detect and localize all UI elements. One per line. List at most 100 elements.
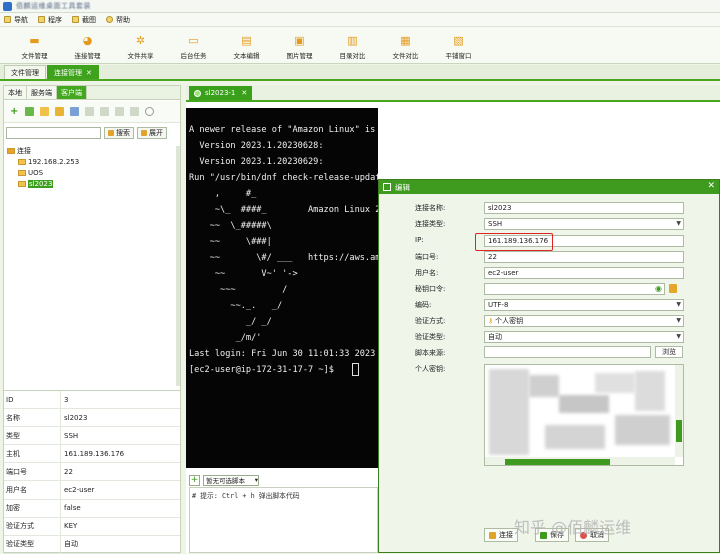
tree-scrollbar[interactable] bbox=[176, 146, 180, 386]
menu-item-help[interactable]: 帮助 bbox=[106, 15, 130, 25]
cut-icon[interactable] bbox=[100, 107, 109, 116]
add-script-icon[interactable]: + bbox=[189, 474, 200, 486]
connection-panel: 本地 服务端 客户端 + 搜索 展开 连接 192.168.2.253 UOS … bbox=[3, 85, 181, 554]
username-field[interactable]: ec2-user bbox=[484, 267, 684, 279]
share-icon: ✲ bbox=[135, 33, 146, 47]
connect-button[interactable]: 连接 bbox=[484, 528, 518, 542]
field-label: 个人密钥: bbox=[415, 365, 446, 373]
terminal-line: ~~ V~' '-> bbox=[189, 269, 298, 279]
menu-item-programs[interactable]: 程序 bbox=[38, 15, 62, 25]
tab-local[interactable]: 本地 bbox=[4, 86, 27, 99]
toolbar-file-compare[interactable]: ▦ 文件对比 bbox=[379, 27, 432, 63]
paste-icon[interactable] bbox=[115, 107, 124, 116]
auth-method-select[interactable]: ⚷ 个人密钥 ▼ bbox=[484, 315, 684, 327]
expand-button[interactable]: 展开 bbox=[137, 127, 167, 139]
field-label: 端口号: bbox=[415, 253, 439, 261]
table-row: ID 3 bbox=[4, 391, 180, 410]
edit-icon: ▤ bbox=[241, 33, 252, 47]
script-hint: # 提示: Ctrl + h 弹出脚本代码 bbox=[192, 492, 300, 500]
table-row: 加密 false bbox=[4, 499, 180, 518]
redacted-block bbox=[615, 415, 670, 445]
toolbar-directory-compare[interactable]: ▥ 目录对比 bbox=[326, 27, 379, 63]
window-icon bbox=[383, 183, 391, 191]
tab-file-manager[interactable]: 文件管理 bbox=[4, 65, 46, 79]
search-row: 搜索 展开 bbox=[4, 126, 180, 140]
table-row: 端口号 22 bbox=[4, 463, 180, 482]
tab-server[interactable]: 服务端 bbox=[27, 86, 57, 99]
lock-icon[interactable] bbox=[669, 284, 677, 293]
terminal-line: A newer release of "Amazon Linux" is ava… bbox=[189, 125, 376, 135]
menu-item-navigation[interactable]: 导航 bbox=[4, 15, 28, 25]
table-row: 类型 SSH bbox=[4, 427, 180, 446]
scrollbar-thumb[interactable] bbox=[676, 420, 682, 442]
toolbar-tile-windows[interactable]: ▧ 平铺窗口 bbox=[432, 27, 485, 63]
delete-icon[interactable] bbox=[70, 107, 79, 116]
field-label: 验证方式: bbox=[415, 317, 446, 325]
tree-item[interactable]: UOS bbox=[18, 169, 43, 177]
close-icon[interactable]: ✕ bbox=[241, 89, 247, 97]
field-label: 脚本来源: bbox=[415, 349, 446, 357]
toolbar-image-manager[interactable]: ▣ 图片管理 bbox=[273, 27, 326, 63]
connection-name-field[interactable]: sl2023 bbox=[484, 202, 684, 214]
tree-item[interactable]: 192.168.2.253 bbox=[18, 158, 79, 166]
toolbar-background-tasks[interactable]: ▭ 后台任务 bbox=[167, 27, 220, 63]
eye-icon[interactable]: ◉ bbox=[655, 284, 662, 293]
connection-type-select[interactable]: SSH ▼ bbox=[484, 218, 684, 230]
private-key-textarea[interactable] bbox=[484, 364, 684, 466]
redacted-block bbox=[595, 373, 635, 393]
vertical-scrollbar[interactable] bbox=[675, 365, 683, 457]
script-bar: + 暂无可选脚本 ▾ bbox=[189, 473, 378, 487]
edit-icon[interactable] bbox=[55, 107, 64, 116]
redacted-block bbox=[559, 395, 609, 413]
field-label: 秘钥口令: bbox=[415, 285, 446, 293]
scrollbar-thumb[interactable] bbox=[505, 459, 610, 465]
terminal-tabs: sl2023-1 ✕ bbox=[186, 85, 720, 102]
toolbar-file-share[interactable]: ✲ 文件共享 bbox=[114, 27, 167, 63]
close-icon[interactable]: ✕ bbox=[86, 69, 92, 77]
copy-icon[interactable] bbox=[85, 107, 94, 116]
menu-item-screenshot[interactable]: 截图 bbox=[72, 15, 96, 25]
tab-terminal-session[interactable]: sl2023-1 ✕ bbox=[189, 86, 253, 100]
key-passphrase-field[interactable]: ◉ bbox=[484, 283, 665, 295]
edit-dialog: 编辑 ✕ 连接名称: sl2023 连接类型: SSH ▼ IP: 161.189… bbox=[378, 179, 720, 553]
chevron-down-icon: ▼ bbox=[676, 317, 681, 324]
tree-item-selected[interactable]: sl2023 bbox=[18, 180, 54, 188]
toolbar-text-editor[interactable]: ▤ 文本编辑 bbox=[220, 27, 273, 63]
home-icon bbox=[7, 148, 15, 154]
add-folder-icon[interactable] bbox=[25, 107, 34, 116]
script-source-field[interactable] bbox=[484, 346, 651, 358]
document-tabs: 文件管理 连接管理 ✕ bbox=[0, 65, 720, 81]
browse-button[interactable]: 浏览 bbox=[655, 346, 683, 358]
terminal-line: ~~ \#/ ___ https://aws.amazon.com/linux/… bbox=[209, 253, 378, 263]
script-select[interactable]: 暂无可选脚本 ▾ bbox=[203, 474, 259, 486]
add-icon[interactable]: + bbox=[10, 107, 19, 117]
toolbar-file-manager[interactable]: ▬ 文件管理 bbox=[8, 27, 61, 63]
auth-type-select[interactable]: 自动 ▼ bbox=[484, 331, 684, 343]
connection-tree: 连接 192.168.2.253 UOS sl2023 bbox=[4, 143, 180, 389]
search-icon bbox=[108, 130, 114, 136]
tab-client[interactable]: 客户端 bbox=[57, 86, 87, 99]
folder-icon[interactable] bbox=[40, 107, 49, 116]
terminal-line: _/m/' bbox=[189, 333, 262, 343]
import-icon[interactable] bbox=[130, 107, 139, 116]
highlight-box bbox=[475, 233, 553, 251]
table-row: 用户名 ec2-user bbox=[4, 481, 180, 500]
toolbar-connection-manager[interactable]: ◕ 连接管理 bbox=[61, 27, 114, 63]
script-editor[interactable]: # 提示: Ctrl + h 弹出脚本代码 bbox=[189, 487, 378, 553]
close-icon[interactable]: ✕ bbox=[707, 181, 715, 191]
app-title: 佰麟运维桌面工具套装 bbox=[16, 2, 91, 10]
search-button[interactable]: 搜索 bbox=[104, 127, 134, 139]
panel-toolbar: + bbox=[4, 101, 180, 123]
tab-connection-manager[interactable]: 连接管理 ✕ bbox=[47, 65, 99, 79]
tree-root[interactable]: 连接 bbox=[7, 146, 31, 156]
terminal-line: , #_ bbox=[189, 189, 257, 199]
encoding-select[interactable]: UTF-8 ▼ bbox=[484, 299, 684, 311]
chevron-down-icon: ▾ bbox=[254, 476, 258, 484]
terminal-line: ~\_ ####_ Amazon Linux 2023 bbox=[189, 205, 378, 215]
connect-icon bbox=[489, 531, 496, 539]
horizontal-scrollbar[interactable] bbox=[485, 457, 675, 465]
terminal-console[interactable]: A newer release of "Amazon Linux" is ava… bbox=[186, 108, 378, 468]
search-input[interactable] bbox=[6, 127, 101, 139]
port-field[interactable]: 22 bbox=[484, 251, 684, 263]
refresh-icon[interactable] bbox=[145, 107, 154, 116]
